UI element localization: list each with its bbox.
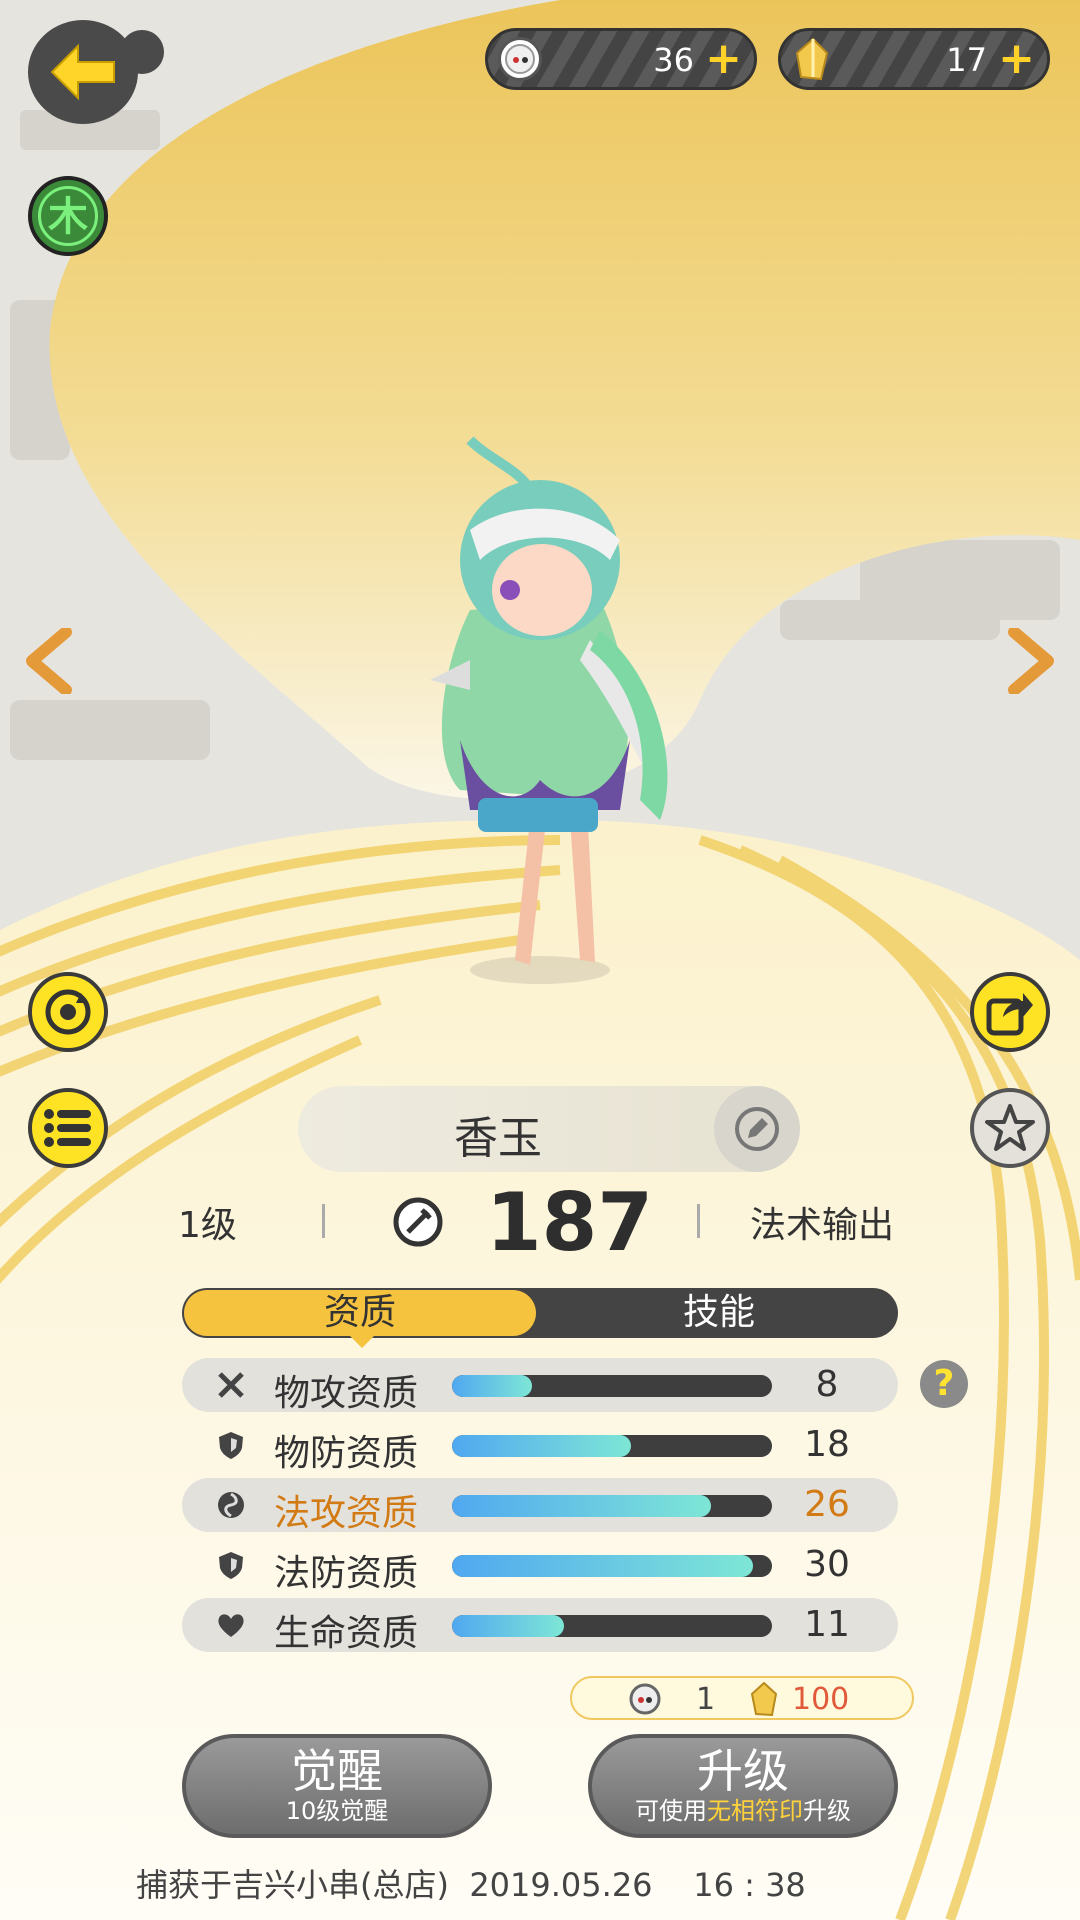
tab-aptitude[interactable]: 资质	[184, 1290, 536, 1336]
list-button[interactable]	[28, 1088, 108, 1168]
divider	[322, 1204, 325, 1238]
currency-orb[interactable]: 36 +	[485, 28, 757, 90]
awaken-label: 觉醒	[291, 1744, 383, 1798]
combat-power-icon	[393, 1197, 443, 1247]
pet-role: 法术输出	[750, 1205, 895, 1246]
heart-icon	[218, 1614, 244, 1637]
back-button[interactable]	[28, 20, 138, 124]
upgrade-button[interactable]: 升级 可使用无相符印升级	[588, 1734, 898, 1838]
rename-button[interactable]	[714, 1086, 800, 1172]
crystal-icon	[791, 37, 835, 81]
combat-power: 187	[486, 1176, 653, 1269]
upgrade-sub: 可使用无相符印升级	[635, 1797, 851, 1825]
rotate-icon	[45, 989, 91, 1035]
stat-row-health: 生命资质 11	[182, 1598, 898, 1654]
crossed-swords-icon	[218, 1372, 244, 1398]
upgrade-label: 升级	[697, 1744, 789, 1798]
capture-info: 捕获于吉兴小串(总店) 2019.05.26 16 : 38	[136, 1866, 806, 1904]
stat-row-physical-defense: 物防资质 18	[182, 1418, 898, 1474]
crystal-cost: 100	[792, 1682, 850, 1717]
pencil-icon	[735, 1107, 779, 1151]
tab-skills[interactable]: 技能	[540, 1288, 898, 1338]
stat-row-physical-attack: 物攻资质 8	[182, 1358, 898, 1414]
next-pet-arrow-icon[interactable]	[1006, 628, 1056, 694]
add-crystal-button[interactable]: +	[998, 35, 1035, 83]
divider	[697, 1204, 700, 1238]
crystal-amount: 17	[946, 41, 987, 79]
stat-row-magic-defense: 法防资质 30	[182, 1538, 898, 1594]
shield-icon	[219, 1552, 243, 1579]
back-button-tail	[120, 30, 164, 74]
arrow-left-icon	[50, 43, 115, 101]
list-icon	[44, 1109, 91, 1147]
share-button[interactable]	[970, 972, 1050, 1052]
pet-level: 1级	[178, 1205, 237, 1246]
crystal-icon	[750, 1682, 778, 1716]
awaken-button[interactable]: 觉醒 10级觉醒	[182, 1734, 492, 1838]
shield-icon	[219, 1432, 243, 1459]
info-tabs: 资质 技能	[182, 1288, 898, 1338]
stat-row-magic-attack: 法攻资质 26	[182, 1478, 898, 1534]
element-label: 木	[38, 186, 98, 246]
magic-swirl-icon	[218, 1492, 244, 1518]
rotate-view-button[interactable]	[28, 972, 108, 1052]
currency-crystal[interactable]: 17 +	[778, 28, 1050, 90]
spirit-orb-icon	[629, 1683, 661, 1715]
previous-pet-arrow-icon[interactable]	[24, 628, 74, 694]
orb-amount: 36	[653, 41, 694, 79]
pet-nameplate: 香玉	[298, 1086, 800, 1172]
share-icon	[986, 993, 1033, 1036]
pet-name: 香玉	[454, 1113, 542, 1164]
element-badge[interactable]: 木	[28, 176, 108, 256]
star-icon	[985, 1104, 1035, 1151]
add-orb-button[interactable]: +	[705, 35, 742, 83]
awaken-cost: 1 100	[570, 1676, 914, 1720]
tab-pointer	[350, 1336, 374, 1348]
awaken-sub: 10级觉醒	[285, 1797, 389, 1825]
help-button[interactable]: ?	[920, 1360, 968, 1408]
spirit-orb-icon	[498, 37, 542, 81]
favorite-button[interactable]	[970, 1088, 1050, 1168]
orb-cost: 1	[696, 1682, 716, 1717]
